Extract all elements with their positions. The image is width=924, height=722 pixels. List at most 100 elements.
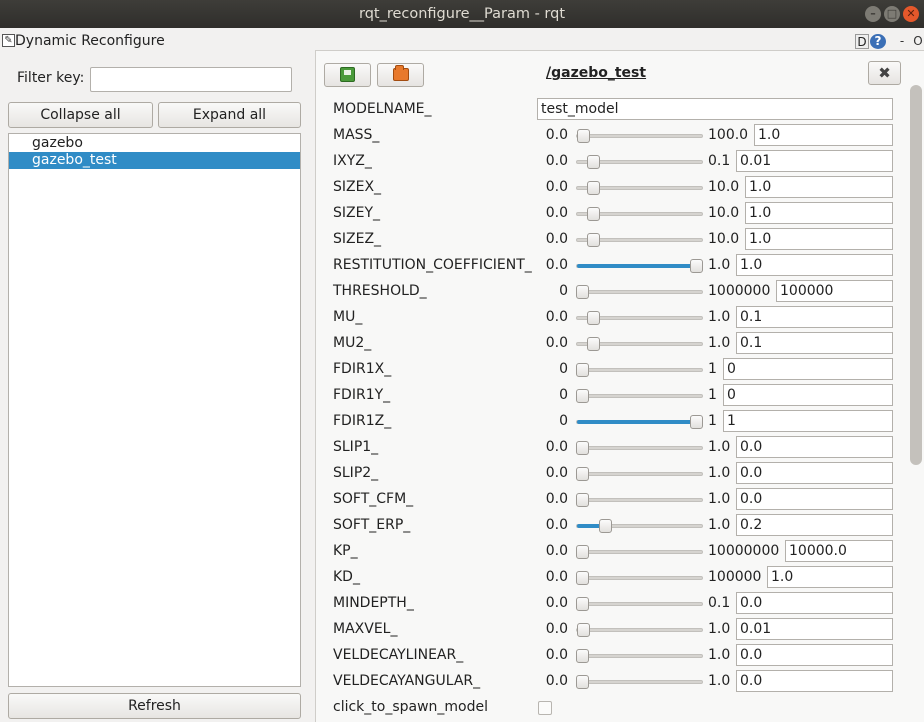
- param-min-label: 0.0: [545, 257, 568, 273]
- param-max-label: 10.0: [708, 205, 740, 221]
- param-value-input[interactable]: 1: [723, 410, 893, 432]
- param-slider[interactable]: [576, 467, 703, 481]
- param-value-input[interactable]: 10000.0: [785, 540, 893, 562]
- filter-key-input[interactable]: [90, 67, 292, 92]
- param-slider[interactable]: [576, 311, 703, 325]
- param-value-input[interactable]: 1.0: [745, 202, 893, 224]
- param-slider[interactable]: [576, 207, 703, 221]
- param-slider-handle[interactable]: [576, 493, 589, 507]
- param-slider[interactable]: [576, 623, 703, 637]
- minimize-icon[interactable]: –: [865, 6, 881, 22]
- param-max-label: 1.0: [708, 257, 731, 273]
- param-value-input[interactable]: 100000: [776, 280, 893, 302]
- param-slider-handle[interactable]: [587, 337, 601, 351]
- param-value-input[interactable]: 0: [723, 358, 893, 380]
- dock-button[interactable]: D: [855, 34, 869, 49]
- param-slider[interactable]: [576, 415, 703, 429]
- param-slider-handle[interactable]: [587, 181, 601, 195]
- param-name: SIZEY_: [333, 205, 381, 221]
- param-value-input[interactable]: 0.0: [736, 592, 893, 614]
- param-slider-handle[interactable]: [587, 207, 601, 221]
- param-max-label: 1.0: [708, 673, 731, 689]
- param-value-input[interactable]: 0.0: [736, 436, 893, 458]
- param-value-input[interactable]: 0: [723, 384, 893, 406]
- param-max-label: 1.0: [708, 621, 731, 637]
- param-value-input[interactable]: test_model: [537, 98, 893, 120]
- param-slider[interactable]: [576, 389, 703, 403]
- param-slider[interactable]: [576, 545, 703, 559]
- param-slider[interactable]: [576, 337, 703, 351]
- param-value-input[interactable]: 0.0: [736, 644, 893, 666]
- save-params-button[interactable]: [324, 63, 371, 87]
- param-min-label: 0: [559, 361, 568, 377]
- param-min-label: 0: [559, 283, 568, 299]
- param-value-input[interactable]: 1.0: [754, 124, 893, 146]
- param-slider[interactable]: [576, 571, 703, 585]
- param-min-label: 0: [559, 387, 568, 403]
- param-name: KP_: [333, 543, 358, 559]
- param-slider[interactable]: [576, 181, 703, 195]
- param-value-input[interactable]: 0.2: [736, 514, 893, 536]
- param-value-input[interactable]: 0.1: [736, 306, 893, 328]
- param-slider-handle[interactable]: [576, 467, 589, 481]
- param-value-input[interactable]: 0.1: [736, 332, 893, 354]
- param-value-input[interactable]: 0.0: [736, 670, 893, 692]
- param-slider-handle[interactable]: [576, 597, 589, 611]
- param-max-label: 0.1: [708, 595, 731, 611]
- param-min-label: 0.0: [545, 465, 568, 481]
- param-value-input[interactable]: 1.0: [736, 254, 893, 276]
- param-slider[interactable]: [576, 155, 703, 169]
- param-slider-handle[interactable]: [576, 545, 589, 559]
- param-value-input[interactable]: 1.0: [745, 228, 893, 250]
- param-slider-handle[interactable]: [587, 311, 601, 325]
- minimize-plugin-button[interactable]: -: [897, 34, 907, 49]
- param-value-input[interactable]: 0.0: [736, 488, 893, 510]
- param-slider-handle[interactable]: [577, 129, 591, 143]
- help-icon[interactable]: ?: [870, 34, 886, 49]
- param-slider-handle[interactable]: [587, 155, 601, 169]
- param-max-label: 100.0: [708, 127, 749, 143]
- param-slider-handle[interactable]: [576, 441, 589, 455]
- param-slider-handle[interactable]: [576, 649, 589, 663]
- param-slider-handle[interactable]: [576, 675, 589, 689]
- param-slider[interactable]: [576, 259, 703, 273]
- param-slider-handle[interactable]: [576, 285, 589, 299]
- close-window-icon[interactable]: ✕: [903, 6, 919, 22]
- param-slider-handle[interactable]: [598, 519, 612, 533]
- param-slider-handle[interactable]: [576, 363, 589, 377]
- param-value-input[interactable]: 0.01: [736, 618, 893, 640]
- param-slider[interactable]: [576, 233, 703, 247]
- param-value-input[interactable]: 1.0: [745, 176, 893, 198]
- param-slider[interactable]: [576, 493, 703, 507]
- param-slider[interactable]: [576, 363, 703, 377]
- param-slider[interactable]: [576, 519, 703, 533]
- param-slider[interactable]: [576, 129, 703, 143]
- param-max-label: 1.0: [708, 309, 731, 325]
- options-button[interactable]: O: [911, 34, 924, 49]
- param-value-input[interactable]: 1.0: [767, 566, 893, 588]
- param-max-label: 1.0: [708, 465, 731, 481]
- param-row: SIZEY_ 0.0 10.0 1.0: [0, 202, 924, 228]
- param-slider-handle[interactable]: [690, 259, 703, 273]
- param-slider-handle[interactable]: [577, 623, 591, 637]
- param-checkbox[interactable]: [538, 701, 552, 715]
- load-params-button[interactable]: [377, 63, 424, 87]
- param-slider-fill: [577, 420, 698, 424]
- param-slider[interactable]: [576, 597, 703, 611]
- param-slider[interactable]: [576, 649, 703, 663]
- param-max-label: 0.1: [708, 153, 731, 169]
- param-max-label: 1000000: [708, 283, 771, 299]
- param-name: MINDEPTH_: [333, 595, 414, 611]
- close-node-button[interactable]: ✖: [868, 61, 901, 85]
- param-slider-handle[interactable]: [576, 571, 589, 585]
- param-value-input[interactable]: 0.0: [736, 462, 893, 484]
- param-slider-handle[interactable]: [587, 233, 601, 247]
- param-slider-handle[interactable]: [690, 415, 703, 429]
- maximize-icon[interactable]: □: [884, 6, 900, 22]
- param-slider[interactable]: [576, 285, 703, 299]
- param-slider[interactable]: [576, 441, 703, 455]
- param-slider[interactable]: [576, 675, 703, 689]
- param-value-input[interactable]: 0.01: [736, 150, 893, 172]
- param-row: FDIR1Z_ 0 1 1: [0, 410, 924, 436]
- param-slider-handle[interactable]: [576, 389, 589, 403]
